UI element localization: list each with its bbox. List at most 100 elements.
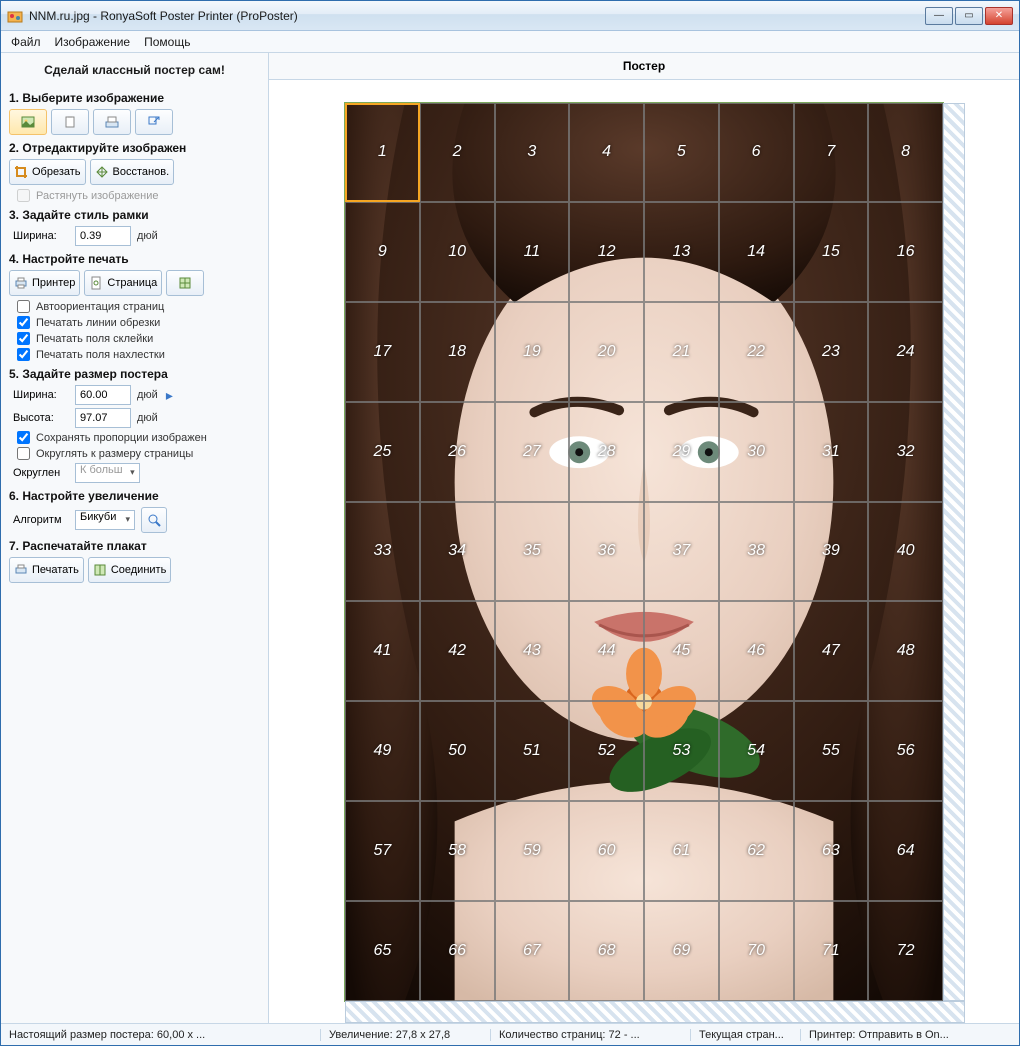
poster-cell[interactable]: 38	[719, 502, 794, 602]
poster-cell[interactable]: 56	[868, 701, 943, 801]
poster-cell[interactable]: 40	[868, 502, 943, 602]
poster-cell[interactable]: 31	[794, 402, 869, 502]
stretch-checkbox[interactable]: Растянуть изображение	[17, 189, 260, 202]
poster-cell[interactable]: 57	[345, 801, 420, 901]
poster-cell[interactable]: 5	[644, 103, 719, 203]
poster-cell[interactable]: 65	[345, 901, 420, 1001]
open-image-button[interactable]	[9, 109, 47, 135]
poster-cell[interactable]: 53	[644, 701, 719, 801]
frame-width-input[interactable]	[75, 226, 131, 246]
crop-button[interactable]: Обрезать	[9, 159, 86, 185]
poster-cell[interactable]: 60	[569, 801, 644, 901]
poster-cell[interactable]: 45	[644, 601, 719, 701]
poster-cell[interactable]: 42	[420, 601, 495, 701]
poster-cell[interactable]: 72	[868, 901, 943, 1001]
poster-cell[interactable]: 30	[719, 402, 794, 502]
print-overlap-checkbox[interactable]: Печатать поля нахлестки	[17, 348, 260, 361]
link-icon[interactable]: ▸	[166, 387, 173, 404]
poster-cell[interactable]: 23	[794, 302, 869, 402]
poster-cell[interactable]: 17	[345, 302, 420, 402]
preview[interactable]: 1234567891011121314151617181920212223242…	[269, 80, 1019, 1023]
poster-cell[interactable]: 68	[569, 901, 644, 1001]
poster-cell[interactable]: 15	[794, 202, 869, 302]
poster-cell[interactable]: 9	[345, 202, 420, 302]
maximize-button[interactable]: ▭	[955, 7, 983, 25]
poster-cell[interactable]: 67	[495, 901, 570, 1001]
algo-combo[interactable]: Бикуби	[75, 510, 135, 530]
poster-cell[interactable]: 16	[868, 202, 943, 302]
poster-cell[interactable]: 39	[794, 502, 869, 602]
poster-cell[interactable]: 20	[569, 302, 644, 402]
poster-cell[interactable]: 41	[345, 601, 420, 701]
poster-cell[interactable]: 4	[569, 103, 644, 203]
poster-cell[interactable]: 71	[794, 901, 869, 1001]
poster-cell[interactable]: 49	[345, 701, 420, 801]
printer-button[interactable]: Принтер	[9, 270, 80, 296]
poster-cell[interactable]: 37	[644, 502, 719, 602]
print-cut-checkbox[interactable]: Печатать линии обрезки	[17, 316, 260, 329]
poster-cell[interactable]: 35	[495, 502, 570, 602]
poster-cell[interactable]: 52	[569, 701, 644, 801]
round-page-checkbox[interactable]: Округлять к размеру страницы	[17, 447, 260, 460]
join-button[interactable]: Соединить	[88, 557, 172, 583]
poster-cell[interactable]: 12	[569, 202, 644, 302]
poster-cell[interactable]: 22	[719, 302, 794, 402]
poster-cell[interactable]: 59	[495, 801, 570, 901]
poster-cell[interactable]: 26	[420, 402, 495, 502]
poster-cell[interactable]: 47	[794, 601, 869, 701]
poster-cell[interactable]: 11	[495, 202, 570, 302]
poster-cell[interactable]: 34	[420, 502, 495, 602]
poster-cell[interactable]: 44	[569, 601, 644, 701]
poster-cell[interactable]: 2	[420, 103, 495, 203]
poster-cell[interactable]: 48	[868, 601, 943, 701]
menu-image[interactable]: Изображение	[55, 35, 131, 49]
poster-cell[interactable]: 8	[868, 103, 943, 203]
print-button[interactable]: Печатать	[9, 557, 84, 583]
poster-cell[interactable]: 28	[569, 402, 644, 502]
menu-help[interactable]: Помощь	[144, 35, 190, 49]
poster-cell[interactable]: 29	[644, 402, 719, 502]
poster-cell[interactable]: 7	[794, 103, 869, 203]
menu-file[interactable]: Файл	[11, 35, 41, 49]
poster-cell[interactable]: 69	[644, 901, 719, 1001]
close-button[interactable]: ✕	[985, 7, 1013, 25]
poster-cell[interactable]: 36	[569, 502, 644, 602]
poster-cell[interactable]: 18	[420, 302, 495, 402]
paste-button[interactable]	[51, 109, 89, 135]
poster-cell[interactable]: 6	[719, 103, 794, 203]
poster-cell[interactable]: 10	[420, 202, 495, 302]
auto-orient-checkbox[interactable]: Автоориентация страниц	[17, 300, 260, 313]
poster-cell[interactable]: 25	[345, 402, 420, 502]
poster-cell[interactable]: 32	[868, 402, 943, 502]
poster-cell[interactable]: 1	[345, 103, 420, 203]
external-button[interactable]	[135, 109, 173, 135]
poster-cell[interactable]: 66	[420, 901, 495, 1001]
restore-button[interactable]: Восстанов.	[90, 159, 175, 185]
poster-cell[interactable]: 64	[868, 801, 943, 901]
round-combo[interactable]: К больш	[75, 463, 140, 483]
poster-cell[interactable]: 50	[420, 701, 495, 801]
poster-cell[interactable]: 27	[495, 402, 570, 502]
poster-width-input[interactable]	[75, 385, 131, 405]
preview-zoom-button[interactable]	[141, 507, 167, 533]
page-setup-button[interactable]	[166, 270, 204, 296]
poster-cell[interactable]: 21	[644, 302, 719, 402]
poster-cell[interactable]: 61	[644, 801, 719, 901]
poster-cell[interactable]: 43	[495, 601, 570, 701]
poster-cell[interactable]: 13	[644, 202, 719, 302]
poster-cell[interactable]: 19	[495, 302, 570, 402]
print-glue-checkbox[interactable]: Печатать поля склейки	[17, 332, 260, 345]
poster-cell[interactable]: 46	[719, 601, 794, 701]
poster-cell[interactable]: 51	[495, 701, 570, 801]
keep-ratio-checkbox[interactable]: Сохранять пропорции изображен	[17, 431, 260, 444]
poster-height-input[interactable]	[75, 408, 131, 428]
poster-cell[interactable]: 62	[719, 801, 794, 901]
minimize-button[interactable]: —	[925, 7, 953, 25]
poster-cell[interactable]: 63	[794, 801, 869, 901]
poster-cell[interactable]: 24	[868, 302, 943, 402]
poster-cell[interactable]: 33	[345, 502, 420, 602]
poster-cell[interactable]: 55	[794, 701, 869, 801]
poster-cell[interactable]: 54	[719, 701, 794, 801]
poster-cell[interactable]: 58	[420, 801, 495, 901]
page-button[interactable]: Страница	[84, 270, 162, 296]
